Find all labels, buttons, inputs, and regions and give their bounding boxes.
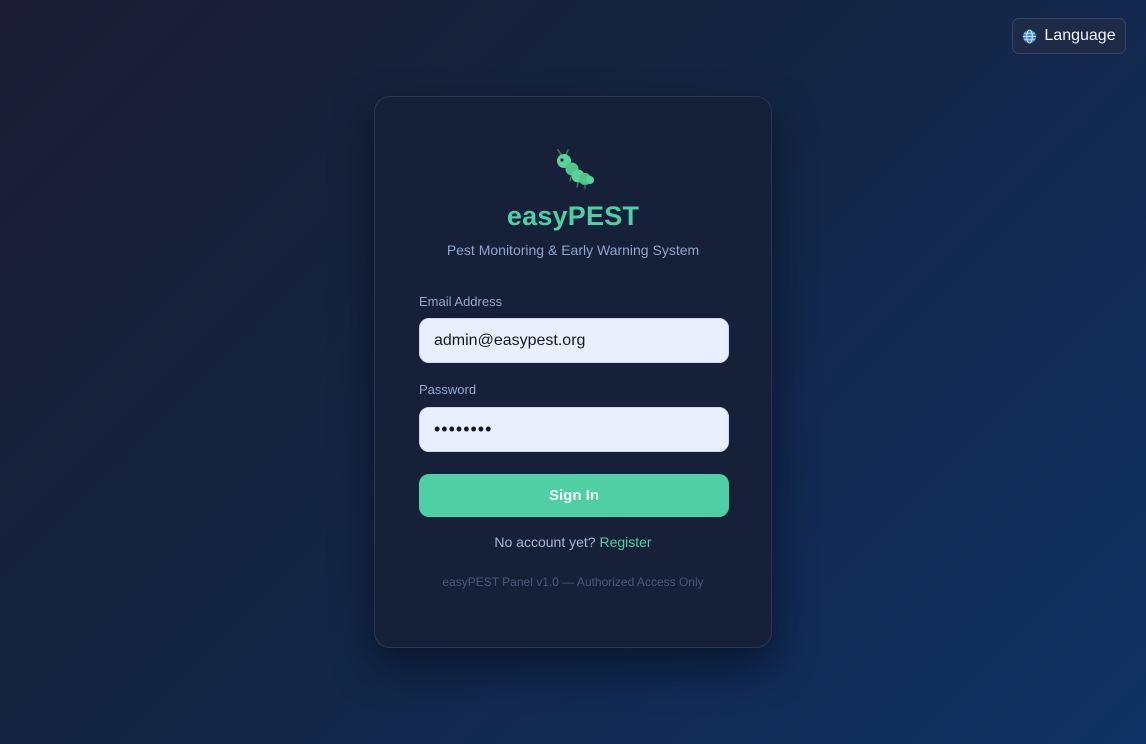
password-label: Password bbox=[419, 382, 477, 397]
email-field[interactable] bbox=[419, 318, 729, 363]
language-label: Language bbox=[1044, 27, 1116, 44]
register-link[interactable]: Register bbox=[599, 534, 651, 550]
email-label: Email Address bbox=[419, 294, 503, 309]
footer-note: easyPEST Panel v1.0 — Authorized Access … bbox=[442, 575, 704, 589]
caterpillar-icon bbox=[553, 149, 595, 189]
brand-title: easyPEST bbox=[506, 201, 640, 231]
register-row: No account yet? Register bbox=[375, 534, 771, 550]
sign-in-button[interactable]: Sign In bbox=[419, 474, 729, 517]
login-card: easyPEST Pest Monitoring & Early Warning… bbox=[374, 96, 772, 648]
register-prompt: No account yet? bbox=[494, 534, 596, 550]
password-field[interactable] bbox=[419, 407, 729, 452]
globe-icon bbox=[1022, 28, 1037, 44]
language-button[interactable]: Language bbox=[1012, 18, 1126, 54]
tagline: Pest Monitoring & Early Warning System bbox=[446, 242, 700, 258]
